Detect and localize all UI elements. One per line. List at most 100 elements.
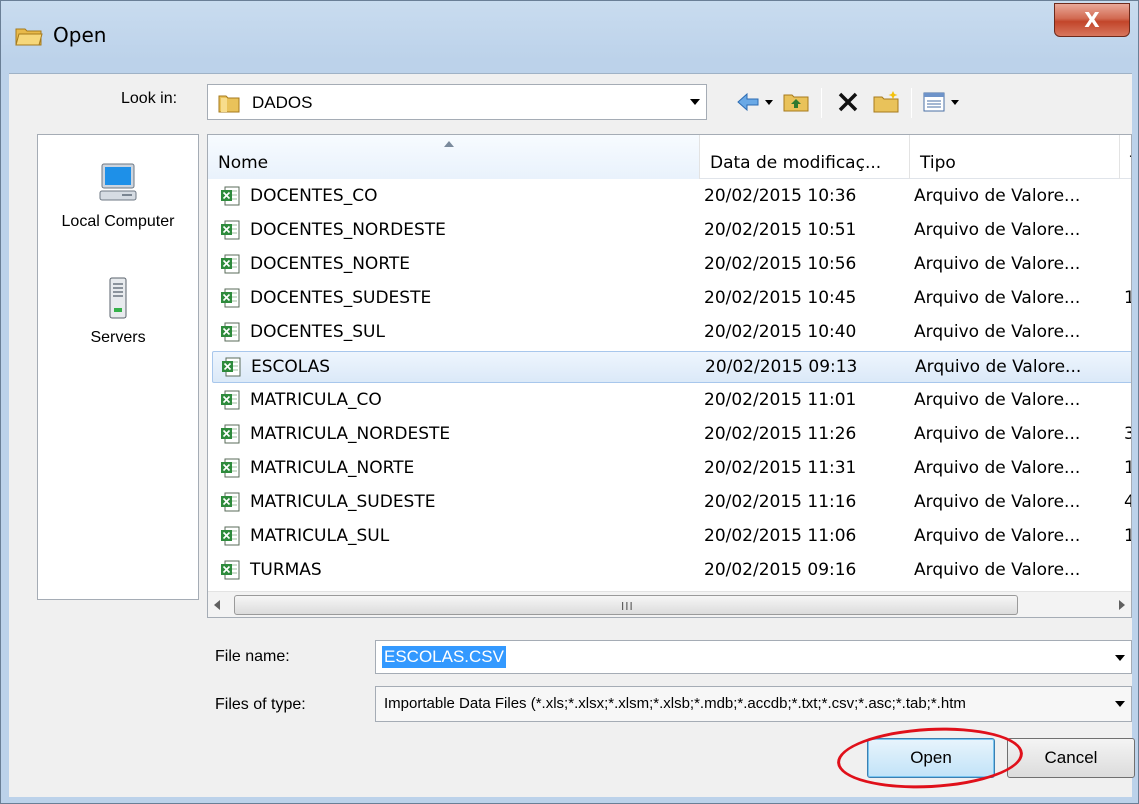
look-in-dropdown[interactable]: DADOS (207, 84, 707, 120)
file-name-input[interactable]: ESCOLAS.CSV (375, 640, 1132, 674)
file-name: ESCOLAS (251, 357, 331, 377)
file-date: 20/02/2015 11:16 (704, 492, 857, 512)
table-row[interactable]: DOCENTES_SUL 20/02/2015 10:40 Arquivo de V… (212, 317, 1131, 349)
chevron-down-icon[interactable] (690, 99, 700, 105)
chevron-down-icon (765, 99, 773, 105)
table-row[interactable]: ESCOLAS 20/02/2015 09:13 Arquivo de Valore… (212, 351, 1131, 383)
table-row[interactable]: MATRICULA_NORTE 20/02/2015 11:31 Arquivo d… (212, 453, 1131, 485)
back-button[interactable] (735, 88, 761, 116)
back-arrow-icon (737, 92, 759, 112)
file-name: DOCENTES_NORDESTE (250, 220, 446, 240)
column-type-label: Tipo (920, 153, 956, 173)
file-name-label: File name: (215, 648, 290, 665)
file-type: Arquivo de Valore... (914, 424, 1081, 444)
scroll-left-icon[interactable] (214, 600, 220, 610)
file-size: 1 (1124, 526, 1131, 546)
file-name: DOCENTES_SUDESTE (250, 288, 432, 308)
scroll-grip: III (621, 600, 634, 613)
file-size: 1 (1124, 458, 1131, 478)
chevron-down-icon (951, 99, 959, 105)
horizontal-scrollbar[interactable]: III (208, 591, 1131, 617)
file-name: TURMAS (250, 560, 322, 580)
chevron-down-icon[interactable] (1115, 655, 1125, 661)
file-name: MATRICULA_NORTE (250, 458, 415, 478)
table-row[interactable]: MATRICULA_CO 20/02/2015 11:01 Arquivo de V… (212, 385, 1131, 417)
table-row[interactable]: MATRICULA_NORDESTE 20/02/2015 11:26 Arquiv… (212, 419, 1131, 451)
file-type: Arquivo de Valore... (914, 526, 1081, 546)
dialog-body: Look in: DADOS Local Computer Servers No… (9, 73, 1135, 797)
excel-csv-icon (221, 254, 240, 274)
column-header-size[interactable]: T (1120, 135, 1131, 179)
excel-csv-icon (221, 560, 240, 580)
views-dropdown-button[interactable] (949, 88, 961, 116)
column-header-date[interactable]: Data de modificaç... (700, 135, 910, 179)
excel-csv-icon (221, 288, 240, 308)
file-type: Arquivo de Valore... (915, 357, 1082, 377)
cancel-button[interactable]: Cancel (1007, 738, 1135, 778)
excel-csv-icon (222, 357, 241, 377)
excel-csv-icon (221, 526, 240, 546)
file-date: 20/02/2015 09:16 (704, 560, 857, 580)
excel-csv-icon (221, 492, 240, 512)
file-type: Arquivo de Valore... (914, 560, 1081, 580)
delete-button[interactable] (833, 88, 863, 116)
table-row[interactable]: TURMAS 20/02/2015 09:16 Arquivo de Valore.… (212, 555, 1131, 587)
look-in-value: DADOS (252, 93, 313, 112)
computer-icon (99, 163, 137, 201)
file-type: Arquivo de Valore... (914, 458, 1081, 478)
place-local-computer[interactable]: Local Computer (38, 161, 198, 231)
file-list-header: Nome Data de modificaç... Tipo T (208, 135, 1131, 179)
column-header-type[interactable]: Tipo (910, 135, 1120, 179)
file-name: MATRICULA_CO (250, 390, 382, 410)
view-menu-icon (923, 92, 945, 112)
place-label: Servers (90, 329, 146, 346)
toolbar-separator (821, 88, 822, 118)
excel-csv-icon (221, 322, 240, 342)
file-size: 1 (1124, 288, 1131, 308)
scroll-thumb[interactable]: III (234, 595, 1018, 615)
excel-csv-icon (221, 390, 240, 410)
column-name-label: Nome (218, 153, 269, 173)
views-button[interactable] (921, 88, 947, 116)
navigation-toolbar (729, 84, 1029, 120)
file-name: MATRICULA_SUDESTE (250, 492, 436, 512)
title-bar[interactable]: Open X (1, 1, 1138, 73)
place-servers[interactable]: Servers (38, 275, 198, 347)
new-folder-button[interactable] (871, 88, 903, 116)
chevron-down-icon[interactable] (1115, 701, 1125, 707)
back-history-button[interactable] (763, 88, 775, 116)
table-row[interactable]: DOCENTES_SUDESTE 20/02/2015 10:45 Arquivo … (212, 283, 1131, 315)
open-folder-icon (15, 28, 43, 46)
column-header-name[interactable]: Nome (208, 135, 700, 179)
file-type: Arquivo de Valore... (914, 288, 1081, 308)
file-name: DOCENTES_CO (250, 186, 378, 206)
column-size-label: T (1130, 153, 1131, 173)
file-date: 20/02/2015 10:36 (704, 186, 857, 206)
open-dialog: Open X Look in: DADOS Local Computer Ser… (0, 0, 1139, 804)
file-type-label: Files of type: (215, 696, 306, 713)
file-type: Arquivo de Valore... (914, 220, 1081, 240)
up-folder-button[interactable] (781, 88, 811, 116)
table-row[interactable]: DOCENTES_NORTE 20/02/2015 10:56 Arquivo de… (212, 249, 1131, 281)
excel-csv-icon (221, 424, 240, 444)
close-button[interactable]: X (1054, 3, 1130, 37)
file-date: 20/02/2015 10:40 (704, 322, 857, 342)
window-title: Open (53, 23, 107, 47)
excel-csv-icon (221, 220, 240, 240)
file-name-value: ESCOLAS.CSV (382, 646, 506, 668)
column-date-label: Data de modificaç... (710, 153, 882, 173)
table-row[interactable]: MATRICULA_SUDESTE 20/02/2015 11:16 Arquivo… (212, 487, 1131, 519)
table-row[interactable]: MATRICULA_SUL 20/02/2015 11:06 Arquivo de … (212, 521, 1131, 553)
file-type: Arquivo de Valore... (914, 186, 1081, 206)
scroll-right-icon[interactable] (1119, 600, 1125, 610)
file-name: MATRICULA_NORDESTE (250, 424, 451, 444)
sort-ascending-icon (444, 141, 454, 147)
file-date: 20/02/2015 10:51 (704, 220, 857, 240)
file-type-value: Importable Data Files (*.xls;*.xlsx;*.xl… (384, 695, 966, 712)
file-type: Arquivo de Valore... (914, 322, 1081, 342)
table-row[interactable]: DOCENTES_CO 20/02/2015 10:36 Arquivo de Va… (212, 181, 1131, 213)
table-row[interactable]: DOCENTES_NORDESTE 20/02/2015 10:51 Arquivo… (212, 215, 1131, 247)
file-type-dropdown[interactable]: Importable Data Files (*.xls;*.xlsx;*.xl… (375, 686, 1132, 722)
folder-icon (218, 95, 240, 113)
file-type: Arquivo de Valore... (914, 492, 1081, 512)
